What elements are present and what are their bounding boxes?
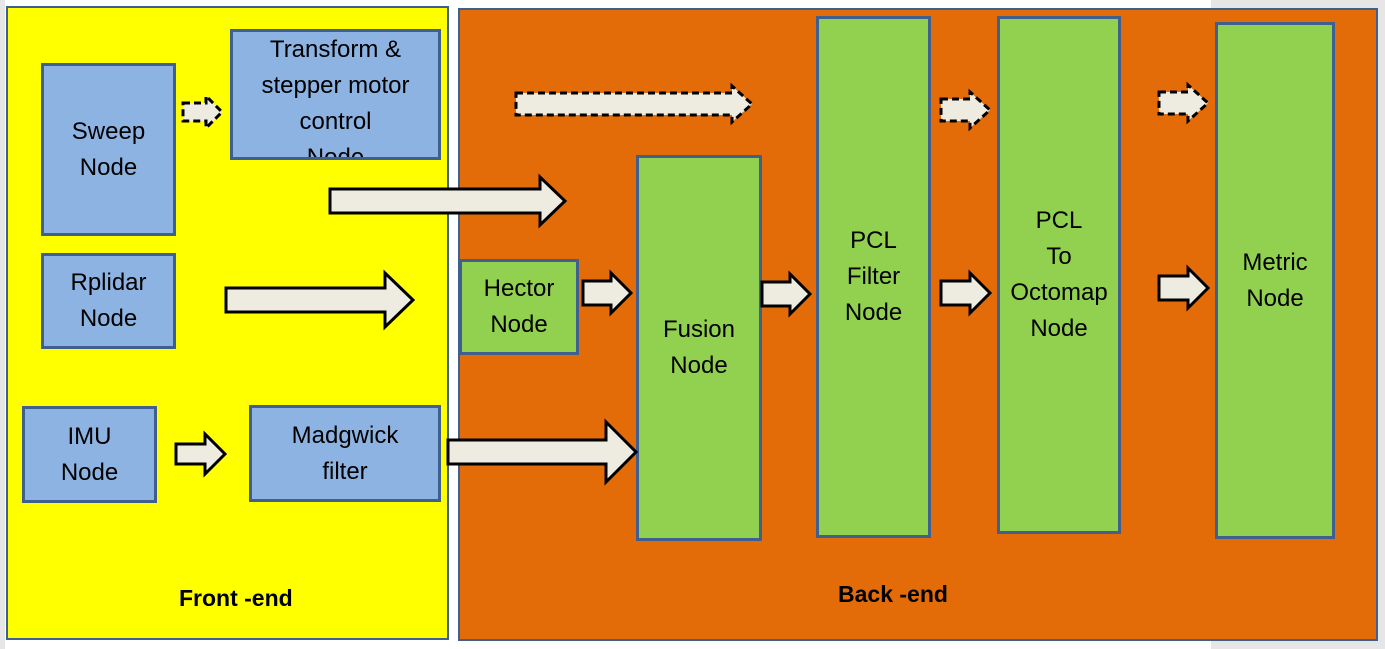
arrow-transform-to-backend (328, 173, 568, 229)
arrow-octomap-to-metric (1157, 264, 1211, 312)
arrow-imu-to-madgwick (174, 430, 228, 478)
arrow-pcl-filter-to-octomap (939, 269, 993, 317)
arrow-sweep-to-transform (181, 92, 225, 132)
arrow-rplidar-to-backend (224, 269, 416, 331)
arrow-hector-to-fusion (581, 269, 634, 317)
arrow-fusion-to-pcl-filter (760, 270, 813, 318)
arrow-transform-to-pcl-filter (514, 82, 755, 126)
arrow-to-metric-dashed (1157, 81, 1211, 125)
arrows-layer (174, 81, 1211, 486)
arrow-madgwick-to-fusion (446, 418, 639, 486)
arrow-to-octomap-dashed (939, 88, 993, 132)
